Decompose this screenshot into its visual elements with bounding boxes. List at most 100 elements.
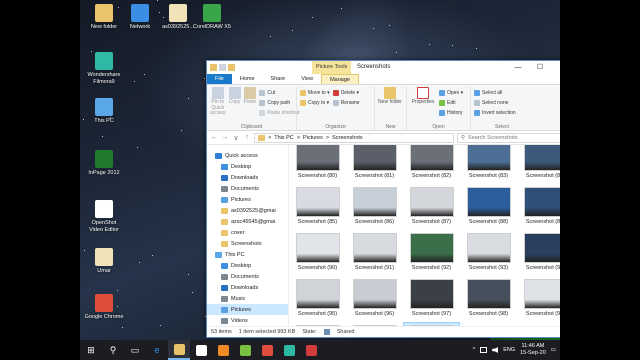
file-thumbnail-item[interactable]: Screenshot (90) bbox=[290, 231, 345, 277]
tab-share[interactable]: Share bbox=[263, 74, 294, 84]
nav-item-this-pc[interactable]: This PC bbox=[207, 249, 288, 260]
nav-item-cover[interactable]: cover bbox=[207, 227, 288, 238]
breadcrumb-screenshots[interactable]: Screenshots bbox=[332, 135, 363, 141]
desktop-icon-wondershare-filmora9[interactable]: Wondershare Filmora9 bbox=[84, 52, 124, 85]
rename-button[interactable]: Rename bbox=[332, 98, 360, 107]
taskbar-edge-button[interactable]: e bbox=[146, 340, 168, 360]
nav-item-documents[interactable]: Documents bbox=[207, 183, 288, 194]
forward-button[interactable]: → bbox=[221, 134, 229, 141]
desktop-icon-network[interactable]: Network bbox=[120, 4, 160, 31]
back-button[interactable]: ← bbox=[210, 134, 218, 141]
taskbar-app-orange-button[interactable] bbox=[212, 340, 234, 360]
network-icon[interactable] bbox=[480, 347, 488, 353]
desktop-icon-this-pc[interactable]: This PC bbox=[84, 98, 124, 125]
copy-path-button[interactable]: Copy path bbox=[259, 98, 299, 107]
file-thumbnail-item[interactable]: Screenshot (95) bbox=[290, 277, 345, 323]
search-box[interactable]: ⚲ Search Screenshots bbox=[457, 132, 560, 143]
invert-selection-button[interactable]: Invert selection bbox=[474, 108, 516, 117]
file-thumbnail-item[interactable]: Screenshot (91) bbox=[347, 231, 402, 277]
nav-item-as0392525-gmai[interactable]: as0392525@gmai bbox=[207, 205, 288, 216]
edit-button[interactable]: Edit bbox=[439, 98, 463, 107]
desktop-icon-openshot-video-editor[interactable]: OpenShot Video Editor bbox=[84, 200, 124, 233]
nav-item-quick-access[interactable]: Quick access bbox=[207, 150, 288, 161]
file-thumbnail-item[interactable]: Screenshot (94) bbox=[518, 231, 560, 277]
select-all-button[interactable]: Select all bbox=[474, 88, 516, 97]
minimize-button[interactable]: — bbox=[507, 61, 529, 74]
tray-chevron-icon[interactable]: ^ bbox=[473, 347, 476, 353]
nav-item-pictures[interactable]: Pictures bbox=[207, 194, 288, 205]
new-folder-icon[interactable] bbox=[228, 64, 235, 71]
taskbar-file-explorer-button[interactable] bbox=[168, 340, 190, 360]
taskbar-app-green-button[interactable] bbox=[234, 340, 256, 360]
recent-locations-button[interactable]: ∨ bbox=[232, 134, 240, 142]
delete-button[interactable]: Delete ▾ bbox=[332, 88, 360, 97]
taskbar-apps: ⊞ ⚲ ▭ e bbox=[80, 340, 322, 360]
desktop-icon-google-chrome[interactable]: Google Chrome bbox=[84, 294, 124, 321]
taskbar-chrome-button[interactable] bbox=[256, 340, 278, 360]
tab-home[interactable]: Home bbox=[232, 74, 263, 84]
file-thumbnail-item[interactable]: Screenshot (89) bbox=[518, 185, 560, 231]
tab-view[interactable]: View bbox=[293, 74, 321, 84]
taskbar-start-button[interactable]: ⊞ bbox=[80, 340, 102, 360]
file-thumbnail-item[interactable]: Screenshot (81) bbox=[347, 145, 402, 185]
taskbar-app-red-button[interactable] bbox=[300, 340, 322, 360]
move-to-button[interactable]: Move to ▾ bbox=[300, 88, 330, 97]
navigation-pane: Quick access Desktop Downloads Documents Pic… bbox=[207, 145, 289, 327]
file-thumbnail-item[interactable]: Screenshot (88) bbox=[461, 185, 516, 231]
volume-icon[interactable] bbox=[492, 347, 499, 353]
file-thumbnail-item[interactable]: Screenshot (96) bbox=[347, 277, 402, 323]
up-button[interactable]: ↑ bbox=[243, 134, 251, 141]
history-button[interactable]: History bbox=[439, 108, 463, 117]
address-bar[interactable]: > This PC > Pictures > Screenshots bbox=[254, 132, 454, 143]
taskbar-store-button[interactable] bbox=[190, 340, 212, 360]
desktop-icon-coreldraw-x5[interactable]: CorelDRAW X5 bbox=[192, 4, 232, 31]
desktop-icon-new-folder[interactable]: New folder bbox=[84, 4, 124, 31]
file-thumbnail-item[interactable]: Screenshot (87) bbox=[404, 185, 459, 231]
tab-file[interactable]: File bbox=[207, 74, 232, 84]
file-thumbnail-item[interactable]: Screenshot (83) bbox=[461, 145, 516, 185]
image-thumbnail bbox=[409, 279, 454, 309]
notifications-icon[interactable]: ▭ bbox=[551, 347, 556, 353]
nav-item-videos[interactable]: Videos bbox=[207, 315, 288, 326]
breadcrumb-this-pc[interactable]: This PC bbox=[274, 135, 294, 141]
file-thumbnail-item[interactable]: Screenshot (84) bbox=[518, 145, 560, 185]
taskbar-filmora-button[interactable] bbox=[278, 340, 300, 360]
nav-item-azsc45545-gmai[interactable]: azsc45545@gmai bbox=[207, 216, 288, 227]
nav-item-documents[interactable]: Documents bbox=[207, 271, 288, 282]
copy-to-button[interactable]: Copy to ▾ bbox=[300, 98, 330, 107]
nav-item-downloads[interactable]: Downloads bbox=[207, 282, 288, 293]
file-thumbnail-item[interactable]: Screenshot (99) bbox=[518, 277, 560, 323]
desktop-icon-inpage-2012[interactable]: InPage 2012 bbox=[84, 150, 124, 177]
nav-item-desktop[interactable]: Desktop bbox=[207, 260, 288, 271]
file-thumbnail-item[interactable]: Screenshot (97) bbox=[404, 277, 459, 323]
clock[interactable]: 11:46 AM 15-Sep-20 bbox=[520, 343, 546, 357]
cut-button[interactable]: Cut bbox=[259, 88, 299, 97]
nav-item-label: Screenshots bbox=[231, 240, 262, 247]
file-thumbnail-item[interactable]: Screenshot (85) bbox=[290, 185, 345, 231]
file-thumbnail-item[interactable]: Screenshot (93) bbox=[461, 231, 516, 277]
properties-icon[interactable] bbox=[219, 64, 226, 71]
file-thumbnail-item[interactable]: Screenshot (98) bbox=[461, 277, 516, 323]
open-button[interactable]: Open ▾ bbox=[439, 88, 463, 97]
tab-manage[interactable]: Manage bbox=[321, 74, 359, 84]
file-thumbnail-item[interactable]: Screenshot (82) bbox=[404, 145, 459, 185]
maximize-button[interactable]: ☐ bbox=[529, 61, 551, 74]
file-thumbnail-item[interactable]: Screenshot (80) bbox=[290, 145, 345, 185]
taskbar-task-view-button[interactable]: ▭ bbox=[124, 340, 146, 360]
file-thumbnail-item[interactable]: Screenshot (86) bbox=[347, 185, 402, 231]
nav-item-music[interactable]: Music bbox=[207, 293, 288, 304]
file-thumbnail-item[interactable]: Screenshot (92) bbox=[404, 231, 459, 277]
close-button[interactable]: ✕ bbox=[551, 61, 560, 74]
select-all-icon bbox=[474, 89, 480, 96]
image-thumbnail bbox=[466, 187, 511, 217]
desktop-icon-umar[interactable]: Umar bbox=[84, 248, 124, 275]
nav-item-screenshots[interactable]: Screenshots bbox=[207, 238, 288, 249]
paste-shortcut-button[interactable]: Paste shortcut bbox=[259, 108, 299, 117]
taskbar-search-button[interactable]: ⚲ bbox=[102, 340, 124, 360]
language-indicator[interactable]: ENG bbox=[503, 347, 515, 353]
nav-item-downloads[interactable]: Downloads bbox=[207, 172, 288, 183]
breadcrumb-pictures[interactable]: Pictures bbox=[303, 135, 323, 141]
nav-item-pictures[interactable]: Pictures bbox=[207, 304, 288, 315]
nav-item-desktop[interactable]: Desktop bbox=[207, 161, 288, 172]
select-none-button[interactable]: Select none bbox=[474, 98, 516, 107]
